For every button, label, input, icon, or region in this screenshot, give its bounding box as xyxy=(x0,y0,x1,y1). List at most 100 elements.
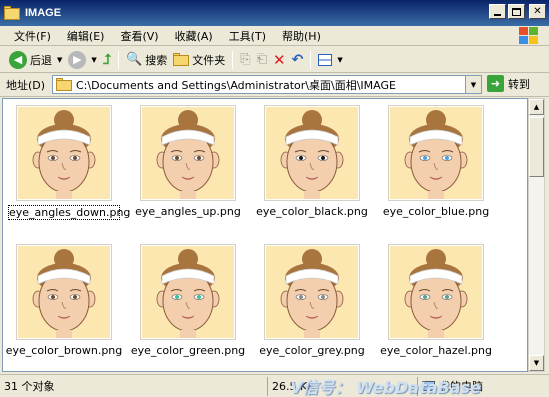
go-button[interactable]: ➜ 转到 xyxy=(487,75,530,92)
address-label: 地址(D) xyxy=(6,78,46,92)
face-illustration xyxy=(32,249,96,338)
folders-icon xyxy=(173,53,190,66)
thumbnail-image[interactable] xyxy=(142,107,234,199)
toolbar-divider xyxy=(232,50,234,69)
face-illustration xyxy=(280,110,344,199)
status-object-count: 31 个对象 xyxy=(0,376,268,396)
thumbnail-frame[interactable] xyxy=(16,105,112,201)
title-bar: IMAGE ✕ xyxy=(0,0,549,26)
views-button[interactable]: ▼ xyxy=(315,49,345,71)
menu-tools[interactable]: 工具(T) xyxy=(221,28,274,44)
window-title: IMAGE xyxy=(25,7,62,19)
face-illustration xyxy=(280,249,344,338)
menu-help[interactable]: 帮助(H) xyxy=(274,28,329,44)
file-thumbnail-item[interactable]: eye_color_green.png xyxy=(128,238,248,368)
file-name-label[interactable]: eye_angles_up.png xyxy=(128,205,248,218)
file-name-label[interactable]: eye_color_black.png xyxy=(252,205,372,218)
toolbar-divider xyxy=(310,50,312,69)
search-icon: 🔍 xyxy=(126,52,143,67)
scroll-up-icon[interactable]: ▲ xyxy=(529,99,544,115)
thumbnail-image[interactable] xyxy=(266,246,358,338)
thumbnail-image[interactable] xyxy=(266,107,358,199)
back-dropdown-icon[interactable]: ▼ xyxy=(57,56,62,64)
views-icon xyxy=(318,53,333,66)
thumbnail-frame[interactable] xyxy=(264,105,360,201)
scroll-thumb[interactable] xyxy=(529,117,544,177)
minimize-button[interactable] xyxy=(489,4,506,19)
folders-label: 文件夹 xyxy=(192,53,226,67)
menu-file[interactable]: 文件(F) xyxy=(6,28,59,44)
forward-dropdown-icon[interactable]: ▼ xyxy=(91,56,96,64)
thumbnail-image[interactable] xyxy=(390,246,482,338)
file-name-label[interactable]: eye_color_green.png xyxy=(128,344,248,357)
folder-icon xyxy=(4,6,20,20)
file-thumbnail-item[interactable]: eye_color_hazel.png xyxy=(376,238,496,368)
folders-button[interactable]: 文件夹 xyxy=(170,49,228,71)
file-thumbnail-item[interactable]: eye_color_blue.png xyxy=(376,99,496,229)
face-illustration xyxy=(404,249,468,338)
maximize-button[interactable] xyxy=(508,4,525,19)
file-name-label[interactable]: eye_angles_down.png xyxy=(8,205,130,220)
address-field[interactable]: C:\Documents and Settings\Administrator\… xyxy=(52,75,482,94)
face-illustration xyxy=(156,110,220,199)
thumbnail-frame[interactable] xyxy=(140,105,236,201)
thumbnail-image[interactable] xyxy=(142,246,234,338)
search-button[interactable]: 🔍 搜索 xyxy=(123,49,170,71)
delete-button[interactable]: ✕ xyxy=(270,49,289,71)
folder-up-icon: ⮥ xyxy=(102,51,112,68)
thumbnail-frame[interactable] xyxy=(264,244,360,340)
copy-to-button[interactable]: ⎗ xyxy=(254,49,270,71)
minimize-icon xyxy=(494,13,501,16)
address-dropdown-icon[interactable]: ▼ xyxy=(465,76,481,93)
file-name-label[interactable]: eye_color_hazel.png xyxy=(376,344,496,357)
close-button[interactable]: ✕ xyxy=(529,4,546,19)
file-name-label[interactable]: eye_color_brown.png xyxy=(4,344,124,357)
windows-logo-icon xyxy=(519,27,541,47)
face-illustration xyxy=(404,110,468,199)
move-to-icon: ⎘ xyxy=(240,52,251,67)
thumbnail-image[interactable] xyxy=(18,246,110,338)
back-button[interactable]: ◀ 后退 ▼ xyxy=(6,49,65,71)
face-illustration xyxy=(32,110,96,199)
back-label: 后退 xyxy=(30,53,52,67)
menu-favorites[interactable]: 收藏(A) xyxy=(167,28,221,44)
undo-icon: ↶ xyxy=(291,51,304,68)
up-button[interactable]: ⮥ xyxy=(100,49,114,71)
address-folder-icon xyxy=(56,78,72,91)
copy-to-icon: ⎗ xyxy=(256,52,268,67)
file-list-pane[interactable]: eye_angles_down.png eye_angles_up.png eye_… xyxy=(2,98,528,372)
toolbar-divider xyxy=(118,50,120,69)
thumbnail-frame[interactable] xyxy=(16,244,112,340)
face-illustration xyxy=(156,249,220,338)
file-thumbnail-item[interactable]: eye_color_black.png xyxy=(252,99,372,229)
file-name-label[interactable]: eye_color_grey.png xyxy=(252,344,372,357)
back-arrow-icon: ◀ xyxy=(9,50,27,69)
thumbnail-image[interactable] xyxy=(390,107,482,199)
thumbnail-frame[interactable] xyxy=(388,244,484,340)
file-thumbnail-item[interactable]: eye_angles_down.png xyxy=(4,99,130,229)
menu-view[interactable]: 查看(V) xyxy=(112,28,166,44)
file-thumbnail-item[interactable]: eye_color_grey.png xyxy=(252,238,372,368)
thumbnail-frame[interactable] xyxy=(140,244,236,340)
move-to-button[interactable]: ⎘ xyxy=(237,49,253,71)
file-name-label[interactable]: eye_color_blue.png xyxy=(376,205,496,218)
views-dropdown-icon[interactable]: ▼ xyxy=(337,56,342,64)
delete-icon: ✕ xyxy=(273,50,286,69)
close-icon: ✕ xyxy=(533,5,542,17)
file-thumbnail-item[interactable]: eye_color_brown.png xyxy=(4,238,124,368)
maximize-icon xyxy=(512,7,521,16)
undo-button[interactable]: ↶ xyxy=(289,49,307,71)
watermark: V信号： WebDataBase xyxy=(290,378,481,397)
vertical-scrollbar[interactable]: ▲ ▼ xyxy=(528,98,545,372)
thumbnail-frame[interactable] xyxy=(388,105,484,201)
address-path[interactable]: C:\Documents and Settings\Administrator\… xyxy=(76,77,396,93)
forward-button[interactable]: ▶ ▼ xyxy=(65,49,99,71)
thumbnail-image[interactable] xyxy=(18,107,110,199)
scroll-down-icon[interactable]: ▼ xyxy=(529,355,544,371)
forward-arrow-icon: ▶ xyxy=(68,50,87,69)
menu-bar: 文件(F) 编辑(E) 查看(V) 收藏(A) 工具(T) 帮助(H) xyxy=(0,26,549,46)
address-bar: 地址(D) C:\Documents and Settings\Administ… xyxy=(0,73,549,97)
go-label: 转到 xyxy=(508,77,530,91)
file-thumbnail-item[interactable]: eye_angles_up.png xyxy=(128,99,248,229)
menu-edit[interactable]: 编辑(E) xyxy=(59,28,113,44)
